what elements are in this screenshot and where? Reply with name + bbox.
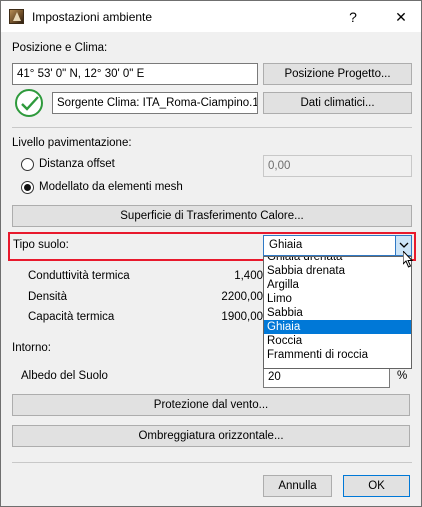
- soil-type-select[interactable]: Ghiaia: [263, 235, 412, 256]
- help-button[interactable]: ?: [339, 6, 367, 28]
- dropdown-option[interactable]: Roccia: [264, 334, 411, 348]
- separator: [12, 127, 412, 128]
- dropdown-option[interactable]: Sabbia: [264, 306, 411, 320]
- window-title: Impostazioni ambiente: [32, 10, 153, 24]
- radio-offset-distance[interactable]: [21, 158, 34, 171]
- cancel-button[interactable]: Annulla: [263, 475, 332, 497]
- albedo-input[interactable]: 20: [263, 366, 390, 388]
- climate-ok-icon: [15, 89, 43, 117]
- soil-type-selected-value: Ghiaia: [269, 239, 303, 251]
- location-section-label: Posizione e Clima:: [12, 42, 108, 54]
- soil-type-label: Tipo suolo:: [13, 239, 69, 251]
- dropdown-option[interactable]: Sabbia drenata: [264, 264, 411, 278]
- offset-value-field[interactable]: 0,00: [263, 155, 412, 177]
- property-value: 2200,00: [221, 291, 263, 303]
- project-position-button[interactable]: Posizione Progetto...: [263, 63, 412, 85]
- wind-protection-button[interactable]: Protezione dal vento...: [12, 394, 410, 416]
- horizontal-shading-button[interactable]: Ombreggiatura orizzontale...: [12, 425, 410, 447]
- property-value: 1,400: [234, 270, 263, 282]
- ok-button[interactable]: OK: [343, 475, 410, 497]
- dropdown-option[interactable]: Ghiaia drenata: [264, 257, 411, 264]
- climate-source-field: Sorgente Clima: ITA_Roma-Ciampino.16: [52, 92, 258, 114]
- coordinates-field: 41° 53' 0" N, 12° 30' 0" E: [12, 63, 258, 85]
- dropdown-option[interactable]: Argilla: [264, 278, 411, 292]
- title-bar: Impostazioni ambiente ? ✕: [1, 1, 421, 32]
- property-name: Densità: [28, 291, 67, 303]
- heat-transfer-surface-button[interactable]: Superficie di Trasferimento Calore...: [12, 205, 412, 227]
- radio-mesh-elements-label: Modellato da elementi mesh: [39, 181, 183, 193]
- settings-dialog: Impostazioni ambiente ? ✕ Posizione e Cl…: [0, 0, 422, 507]
- surroundings-section-label: Intorno:: [12, 342, 51, 354]
- climate-data-button[interactable]: Dati climatici...: [263, 92, 412, 114]
- property-value: 1900,00: [221, 311, 263, 323]
- dropdown-option[interactable]: Frammenti di roccia: [264, 348, 411, 362]
- dropdown-option[interactable]: Limo: [264, 292, 411, 306]
- mouse-pointer-icon: [402, 249, 414, 271]
- archicad-app-icon: [9, 9, 24, 24]
- albedo-label: Albedo del Suolo: [21, 370, 108, 382]
- albedo-unit: %: [397, 370, 408, 382]
- close-button[interactable]: ✕: [387, 6, 415, 28]
- paving-section-label: Livello pavimentazione:: [12, 137, 132, 149]
- radio-mesh-elements[interactable]: [21, 181, 34, 194]
- soil-type-dropdown-list: Ghiaia drenata Sabbia drenata Argilla Li…: [263, 256, 412, 369]
- radio-offset-distance-label: Distanza offset: [39, 158, 115, 170]
- property-name: Conduttività termica: [28, 270, 130, 282]
- dropdown-option-selected[interactable]: Ghiaia: [264, 320, 411, 334]
- separator: [12, 462, 412, 463]
- property-name: Capacità termica: [28, 311, 115, 323]
